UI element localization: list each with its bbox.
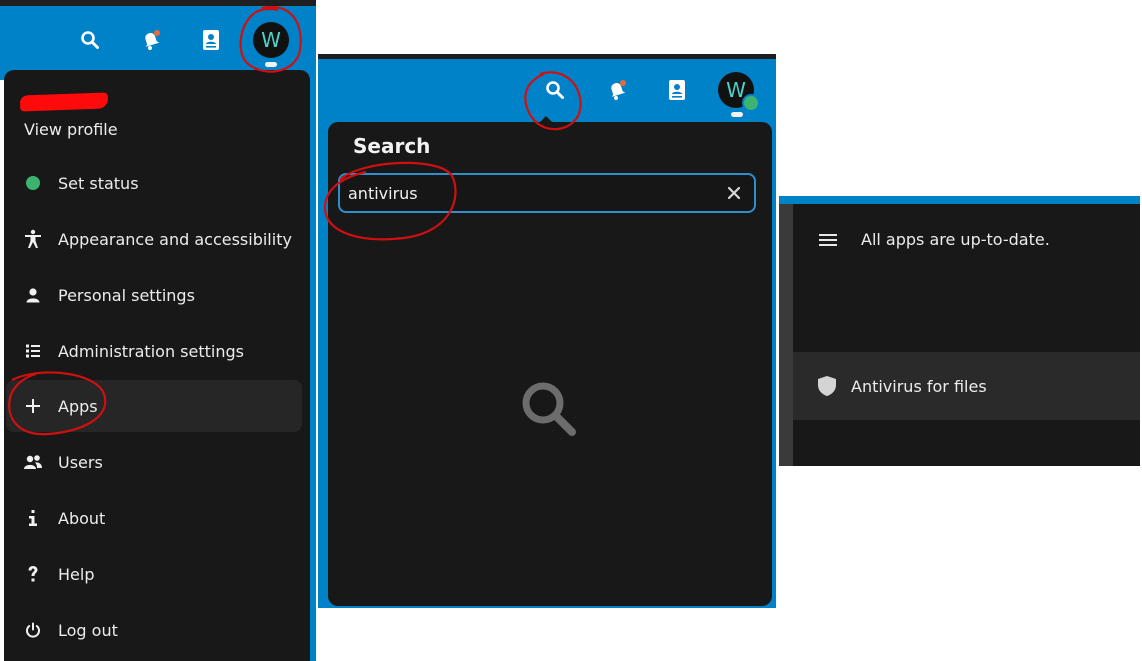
contacts-icon[interactable] bbox=[199, 28, 223, 52]
menu-item-administration-settings[interactable]: Administration settings bbox=[6, 325, 302, 377]
view-profile-link[interactable]: View profile bbox=[24, 120, 118, 139]
app-name: Antivirus for files bbox=[851, 376, 987, 396]
online-status-dot bbox=[742, 94, 760, 112]
menu-item-set-status[interactable]: Set status bbox=[6, 157, 302, 209]
header-bar: W bbox=[318, 54, 776, 120]
menu-item-label: Apps bbox=[58, 396, 98, 416]
notifications-bell-icon[interactable] bbox=[139, 28, 163, 52]
header-bar: W bbox=[0, 0, 316, 80]
search-icon[interactable] bbox=[78, 28, 102, 52]
side-strip bbox=[779, 204, 793, 466]
users-icon bbox=[22, 451, 44, 473]
app-list-item-antivirus[interactable]: Antivirus for files bbox=[793, 352, 1140, 420]
search-field[interactable] bbox=[338, 173, 756, 213]
apps-status-panel: All apps are up-to-date. Antivirus for f… bbox=[779, 196, 1140, 466]
menu-item-about[interactable]: About bbox=[6, 492, 302, 544]
menu-item-label: Appearance and accessibility bbox=[58, 229, 292, 249]
menu-item-label: About bbox=[58, 508, 106, 528]
clear-search-icon[interactable] bbox=[720, 179, 748, 207]
header-edge bbox=[779, 196, 1140, 204]
menu-item-label: Set status bbox=[58, 173, 139, 193]
power-icon bbox=[22, 619, 44, 641]
menu-item-apps[interactable]: Apps bbox=[6, 380, 302, 432]
menu-item-label: Personal settings bbox=[58, 285, 195, 305]
notifications-bell-icon[interactable] bbox=[605, 78, 629, 102]
contacts-icon[interactable] bbox=[665, 78, 689, 102]
admin-list-icon bbox=[22, 340, 44, 362]
plus-icon bbox=[22, 395, 44, 417]
hamburger-menu-icon[interactable] bbox=[819, 233, 837, 247]
menu-item-label: Administration settings bbox=[58, 341, 244, 361]
menu-item-appearance[interactable]: Appearance and accessibility bbox=[6, 213, 302, 265]
apps-status-line: All apps are up-to-date. bbox=[819, 230, 1050, 249]
search-panel-screenshot: W Search bbox=[318, 54, 776, 608]
avatar-active-indicator bbox=[731, 112, 743, 117]
header-top-strip bbox=[318, 54, 776, 59]
menu-item-users[interactable]: Users bbox=[6, 436, 302, 488]
search-title: Search bbox=[353, 134, 431, 158]
menu-item-personal-settings[interactable]: Personal settings bbox=[6, 269, 302, 321]
header-edge bbox=[310, 80, 316, 661]
status-dot-icon bbox=[22, 172, 44, 194]
help-icon bbox=[22, 563, 44, 585]
menu-item-help[interactable]: Help bbox=[6, 548, 302, 600]
search-icon[interactable] bbox=[543, 78, 567, 102]
user-menu-panel: W View profile Set status Appearance and… bbox=[0, 0, 316, 661]
empty-search-magnifier-icon bbox=[516, 376, 582, 442]
avatar-active-indicator bbox=[265, 62, 277, 67]
menu-item-label: Help bbox=[58, 564, 95, 584]
redacted-username bbox=[19, 92, 109, 112]
apps-status-text: All apps are up-to-date. bbox=[861, 230, 1050, 249]
user-avatar[interactable]: W bbox=[253, 22, 289, 58]
shield-icon bbox=[817, 375, 837, 397]
menu-item-label: Log out bbox=[58, 620, 118, 640]
header-top-strip bbox=[0, 0, 316, 6]
dialog-pointer bbox=[538, 116, 554, 124]
avatar-letter: W bbox=[261, 28, 281, 52]
search-input[interactable] bbox=[340, 177, 720, 209]
accessibility-icon bbox=[22, 228, 44, 250]
info-icon bbox=[22, 507, 44, 529]
menu-item-label: Users bbox=[58, 452, 103, 472]
menu-item-log-out[interactable]: Log out bbox=[6, 604, 302, 656]
person-icon bbox=[22, 284, 44, 306]
